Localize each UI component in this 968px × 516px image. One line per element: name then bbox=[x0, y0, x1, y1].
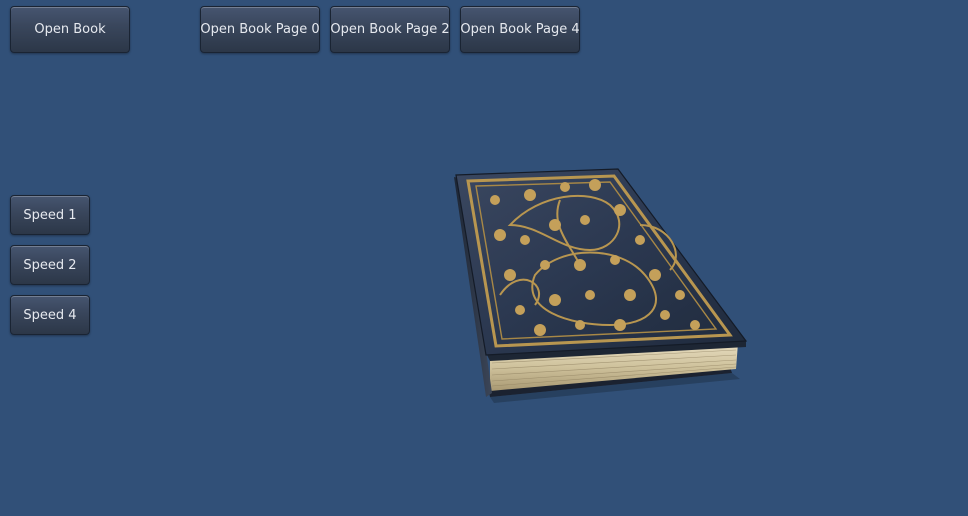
closed-book-model[interactable] bbox=[440, 165, 760, 405]
open-book-page-0-button[interactable]: Open Book Page 0 bbox=[200, 6, 320, 53]
open-book-button[interactable]: Open Book bbox=[10, 6, 130, 53]
speed-4-button[interactable]: Speed 4 bbox=[10, 295, 90, 335]
speed-1-button[interactable]: Speed 1 bbox=[10, 195, 90, 235]
unity-scene-viewport: Open Book Open Book Page 0 Open Book Pag… bbox=[0, 0, 968, 516]
open-book-page-2-button[interactable]: Open Book Page 2 bbox=[330, 6, 450, 53]
speed-2-button[interactable]: Speed 2 bbox=[10, 245, 90, 285]
open-book-page-4-button[interactable]: Open Book Page 4 bbox=[460, 6, 580, 53]
